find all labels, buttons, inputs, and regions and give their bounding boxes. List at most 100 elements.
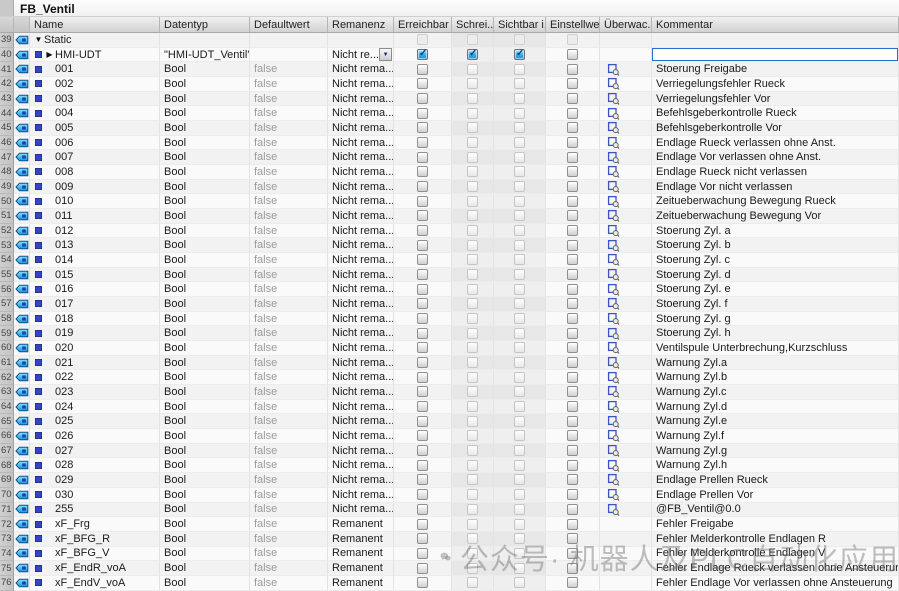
kommentar-cell[interactable]: Endlage Rueck nicht verlassen [652, 165, 899, 180]
defaultwert-cell[interactable]: false [250, 488, 328, 503]
table-row[interactable]: 55015BoolfalseNicht rema...Stoerung Zyl.… [0, 268, 899, 283]
name-cell[interactable]: ▼Static [30, 33, 160, 48]
table-row[interactable]: 76xF_EndV_voABoolfalseRemanentFehler End… [0, 576, 899, 591]
kommentar-cell[interactable]: Warnung Zyl.d [652, 400, 899, 415]
checkbox-erreichbar[interactable] [417, 269, 428, 280]
kommentar-cell[interactable]: Warnung Zyl.b [652, 370, 899, 385]
kommentar-cell[interactable]: Verriegelungsfehler Rueck [652, 77, 899, 92]
checkbox-einstellwert[interactable] [567, 49, 578, 60]
datatype-cell[interactable]: Bool [160, 121, 250, 136]
remanenz-cell[interactable]: Remanent [328, 517, 394, 532]
remanenz-cell[interactable]: Nicht rema... [328, 312, 394, 327]
datatype-cell[interactable]: Bool [160, 341, 250, 356]
checkbox-erreichbar[interactable] [417, 284, 428, 295]
name-cell[interactable]: 029 [30, 473, 160, 488]
defaultwert-cell[interactable]: false [250, 150, 328, 165]
header-ueberwachung[interactable]: Überwac.. [600, 17, 652, 32]
kommentar-cell[interactable]: Endlage Prellen Rueck [652, 473, 899, 488]
datatype-cell[interactable]: Bool [160, 429, 250, 444]
defaultwert-cell[interactable]: false [250, 444, 328, 459]
name-cell[interactable]: 007 [30, 150, 160, 165]
table-row[interactable]: 71255BoolfalseNicht rema...@FB_Ventil@0.… [0, 503, 899, 518]
table-row[interactable]: 46006BoolfalseNicht rema...Endlage Rueck… [0, 136, 899, 151]
datatype-cell[interactable]: Bool [160, 209, 250, 224]
datatype-cell[interactable]: Bool [160, 576, 250, 591]
defaultwert-cell[interactable]: false [250, 312, 328, 327]
header-name[interactable]: Name [30, 17, 160, 32]
datatype-cell[interactable]: Bool [160, 370, 250, 385]
defaultwert-cell[interactable]: false [250, 400, 328, 415]
remanenz-cell[interactable]: Nicht rema... [328, 268, 394, 283]
checkbox-einstellwert[interactable] [567, 430, 578, 441]
checkbox-einstellwert[interactable] [567, 386, 578, 397]
datatype-cell[interactable]: Bool [160, 356, 250, 371]
table-row[interactable]: 54014BoolfalseNicht rema...Stoerung Zyl.… [0, 253, 899, 268]
datatype-cell[interactable]: Bool [160, 194, 250, 209]
checkbox-erreichbar[interactable] [417, 137, 428, 148]
checkbox-erreichbar[interactable] [417, 548, 428, 559]
name-cell[interactable]: ▶HMI-UDT [30, 48, 160, 63]
kommentar-cell[interactable] [652, 33, 899, 48]
kommentar-cell[interactable]: Stoerung Zyl. f [652, 297, 899, 312]
remanenz-cell[interactable]: Nicht rema... [328, 106, 394, 121]
kommentar-cell[interactable] [652, 48, 899, 63]
datatype-cell[interactable]: Bool [160, 488, 250, 503]
kommentar-cell[interactable]: Stoerung Zyl. a [652, 224, 899, 239]
remanenz-dropdown[interactable]: Nicht re...▼ [332, 48, 393, 61]
checkbox-einstellwert[interactable] [567, 284, 578, 295]
checkbox-einstellwert[interactable] [567, 533, 578, 544]
datatype-cell[interactable]: Bool [160, 62, 250, 77]
checkbox-erreichbar[interactable] [417, 489, 428, 500]
defaultwert-cell[interactable]: false [250, 282, 328, 297]
defaultwert-cell[interactable]: false [250, 224, 328, 239]
kommentar-cell[interactable]: Befehlsgeberkontrolle Rueck [652, 106, 899, 121]
name-cell[interactable]: 025 [30, 414, 160, 429]
remanenz-cell[interactable]: Nicht rema... [328, 326, 394, 341]
name-cell[interactable]: 012 [30, 224, 160, 239]
datatype-cell[interactable]: Bool [160, 385, 250, 400]
remanenz-cell[interactable]: Nicht rema... [328, 356, 394, 371]
remanenz-cell[interactable]: Nicht rema... [328, 136, 394, 151]
name-cell[interactable]: xF_EndV_voA [30, 576, 160, 591]
remanenz-cell[interactable]: Remanent [328, 547, 394, 562]
kommentar-cell[interactable]: Stoerung Zyl. d [652, 268, 899, 283]
kommentar-cell[interactable]: @FB_Ventil@0.0 [652, 503, 899, 518]
dropdown-arrow-icon[interactable]: ▼ [379, 48, 392, 61]
name-cell[interactable]: 255 [30, 503, 160, 518]
name-cell[interactable]: xF_BFG_V [30, 547, 160, 562]
table-row[interactable]: 61021BoolfalseNicht rema...Warnung Zyl.a [0, 356, 899, 371]
name-cell[interactable]: 013 [30, 238, 160, 253]
checkbox-erreichbar[interactable] [417, 577, 428, 588]
kommentar-input[interactable] [652, 48, 898, 62]
checkbox-einstellwert[interactable] [567, 122, 578, 133]
remanenz-cell[interactable]: Nicht rema... [328, 121, 394, 136]
checkbox-einstellwert[interactable] [567, 401, 578, 412]
table-row[interactable]: 58018BoolfalseNicht rema...Stoerung Zyl.… [0, 312, 899, 327]
checkbox-einstellwert[interactable] [567, 269, 578, 280]
checkbox-erreichbar[interactable] [417, 563, 428, 574]
defaultwert-cell[interactable]: false [250, 503, 328, 518]
remanenz-cell[interactable]: Nicht rema... [328, 385, 394, 400]
table-row[interactable]: 41001BoolfalseNicht rema...Stoerung Frei… [0, 62, 899, 77]
checkbox-einstellwert[interactable] [567, 313, 578, 324]
header-erreichbar[interactable]: Erreichbar a.. [394, 17, 452, 32]
remanenz-cell[interactable]: Nicht rema... [328, 282, 394, 297]
table-row[interactable]: 40▶HMI-UDT"HMI-UDT_Ventil"Nicht re...▼ [0, 48, 899, 63]
table-row[interactable]: 73xF_BFG_RBoolfalseRemanentFehler Melder… [0, 532, 899, 547]
defaultwert-cell[interactable]: false [250, 253, 328, 268]
table-row[interactable]: 49009BoolfalseNicht rema...Endlage Vor n… [0, 180, 899, 195]
name-cell[interactable]: 024 [30, 400, 160, 415]
remanenz-cell[interactable]: Nicht rema... [328, 414, 394, 429]
table-row[interactable]: 39▼Static [0, 33, 899, 48]
checkbox-einstellwert[interactable] [567, 181, 578, 192]
table-row[interactable]: 65025BoolfalseNicht rema...Warnung Zyl.e [0, 414, 899, 429]
expand-triangle-icon[interactable]: ▶ [44, 51, 55, 59]
remanenz-cell[interactable]: Nicht rema... [328, 370, 394, 385]
remanenz-cell[interactable]: Nicht re...▼ [328, 48, 394, 63]
remanenz-cell[interactable]: Nicht rema... [328, 165, 394, 180]
name-cell[interactable]: 022 [30, 370, 160, 385]
name-cell[interactable]: xF_EndR_voA [30, 561, 160, 576]
remanenz-cell[interactable]: Remanent [328, 561, 394, 576]
kommentar-cell[interactable]: Stoerung Freigabe [652, 62, 899, 77]
defaultwert-cell[interactable]: false [250, 576, 328, 591]
